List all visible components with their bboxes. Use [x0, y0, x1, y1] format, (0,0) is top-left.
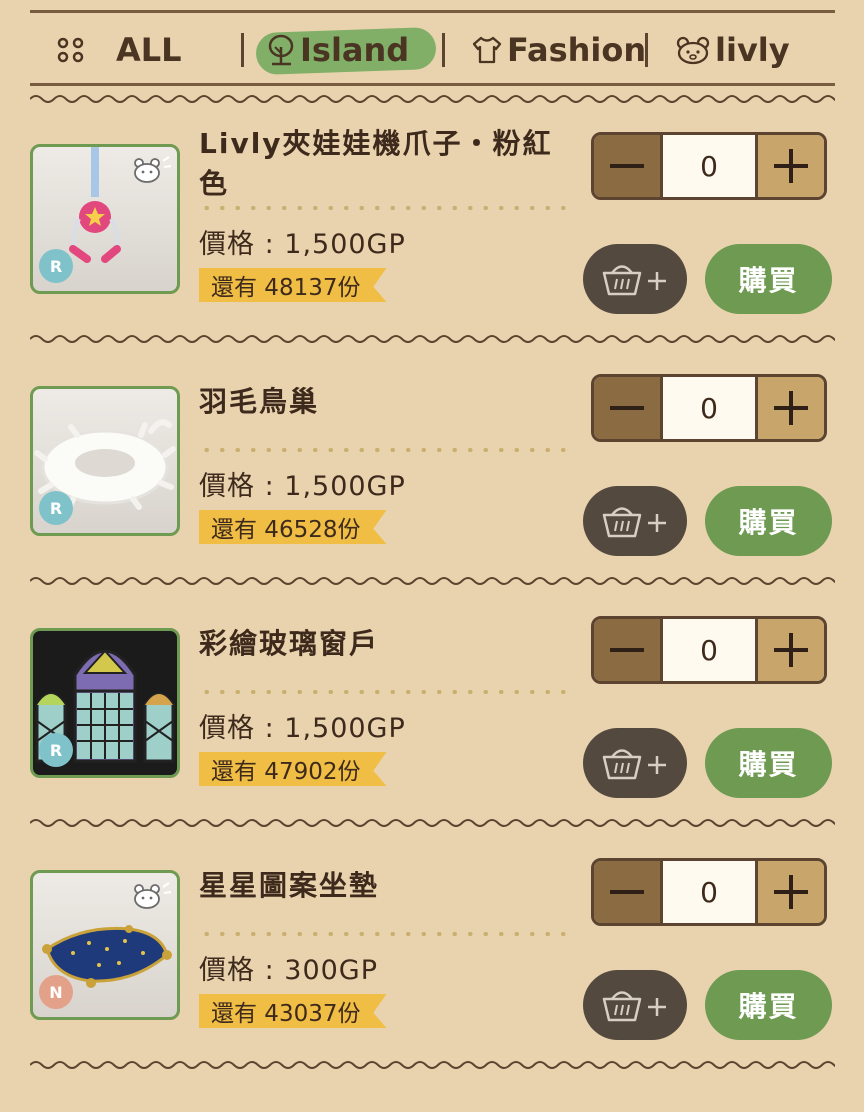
tab-island[interactable]: Island: [255, 20, 437, 80]
decrease-button[interactable]: [594, 135, 663, 197]
item-thumbnail[interactable]: R: [30, 144, 180, 294]
shop-item: N 星星圖案坐墊 價格 : 300GP 還有 43037份 0 購買: [0, 858, 864, 1112]
stock-label: 還有 43037份: [199, 994, 387, 1028]
category-tabs: ALL Island Fashion livly: [30, 20, 835, 80]
increase-button[interactable]: [755, 619, 824, 681]
rarity-badge: R: [39, 249, 73, 283]
item-price: 價格 : 1,500GP: [199, 471, 406, 502]
basket-plus-icon: [602, 991, 666, 1022]
top-divider: [30, 10, 835, 13]
dotted-divider: [199, 206, 574, 210]
stock-label: 還有 48137份: [199, 268, 387, 302]
item-name: 星星圖案坐墊: [199, 869, 380, 902]
buy-button[interactable]: 購買: [705, 244, 832, 314]
minus-icon: [610, 406, 644, 410]
quantity-value[interactable]: 0: [663, 135, 755, 197]
stock-label: 還有 47902份: [199, 752, 387, 786]
tabs-underline: [30, 83, 835, 86]
quantity-value[interactable]: 0: [663, 619, 755, 681]
item-price: 價格 : 300GP: [199, 955, 379, 986]
stock-label: 還有 46528份: [199, 510, 387, 544]
basket-plus-icon: [602, 507, 666, 538]
rarity-badge: N: [39, 975, 73, 1009]
basket-plus-icon: [602, 265, 666, 296]
shop-item: R Livly夾娃娃機爪子・粉紅色 價格 : 1,500GP 還有 48137份…: [0, 127, 864, 386]
tab-island-label: Island: [300, 31, 410, 69]
item-name: 彩繪玻璃窗戶: [199, 627, 380, 660]
item-thumbnail[interactable]: N: [30, 870, 180, 1020]
add-to-basket-button[interactable]: [583, 486, 687, 556]
quantity-stepper: 0: [591, 374, 827, 442]
dotted-divider: [199, 690, 574, 694]
tab-separator: [241, 33, 244, 67]
decrease-button[interactable]: [594, 861, 663, 923]
wave-divider: [30, 95, 835, 103]
plus-icon: [774, 875, 808, 909]
tab-all[interactable]: ALL: [56, 20, 182, 80]
quantity-value[interactable]: 0: [663, 861, 755, 923]
decrease-button[interactable]: [594, 619, 663, 681]
item-name: 羽毛鳥巢: [199, 385, 320, 418]
item-name: Livly夾娃娃機爪子・粉紅色: [199, 127, 553, 200]
increase-button[interactable]: [755, 135, 824, 197]
quantity-stepper: 0: [591, 616, 827, 684]
add-to-basket-button[interactable]: [583, 244, 687, 314]
increase-button[interactable]: [755, 377, 824, 439]
decrease-button[interactable]: [594, 377, 663, 439]
item-thumbnail[interactable]: R: [30, 386, 180, 536]
tab-separator: [442, 33, 445, 67]
shop-item: R 羽毛鳥巢 價格 : 1,500GP 還有 46528份 0 購買: [0, 374, 864, 628]
minus-icon: [610, 890, 644, 894]
dotted-divider: [199, 448, 574, 452]
item-price: 價格 : 1,500GP: [199, 229, 406, 260]
plus-icon: [774, 149, 808, 183]
tab-fashion[interactable]: Fashion: [471, 20, 646, 80]
buy-button[interactable]: 購買: [705, 728, 832, 798]
plus-icon: [774, 391, 808, 425]
tree-icon: [266, 33, 296, 67]
basket-plus-icon: [602, 749, 666, 780]
minus-icon: [610, 164, 644, 168]
quantity-stepper: 0: [591, 132, 827, 200]
rarity-badge: R: [39, 733, 73, 767]
minus-icon: [610, 648, 644, 652]
item-thumbnail[interactable]: R: [30, 628, 180, 778]
add-to-basket-button[interactable]: [583, 970, 687, 1040]
shirt-icon: [471, 35, 503, 65]
grid-dots-icon: [56, 35, 86, 65]
tab-livly[interactable]: livly: [675, 20, 790, 80]
quantity-value[interactable]: 0: [663, 377, 755, 439]
add-to-basket-button[interactable]: [583, 728, 687, 798]
dotted-divider: [199, 932, 574, 936]
livly-face-icon: [675, 35, 711, 65]
rarity-badge: R: [39, 491, 73, 525]
tab-all-label: ALL: [116, 31, 182, 69]
tab-fashion-label: Fashion: [507, 31, 647, 69]
buy-button[interactable]: 購買: [705, 970, 832, 1040]
livly-mark-icon: [131, 153, 173, 191]
plus-icon: [774, 633, 808, 667]
shop-item: R 彩繪玻璃窗戶 價格 : 1,500GP 還有 47902份 0 購買: [0, 616, 864, 870]
tab-livly-label: livly: [715, 31, 790, 69]
increase-button[interactable]: [755, 861, 824, 923]
buy-button[interactable]: 購買: [705, 486, 832, 556]
item-price: 價格 : 1,500GP: [199, 713, 406, 744]
quantity-stepper: 0: [591, 858, 827, 926]
tab-separator: [645, 33, 648, 67]
livly-mark-icon: [131, 879, 173, 917]
